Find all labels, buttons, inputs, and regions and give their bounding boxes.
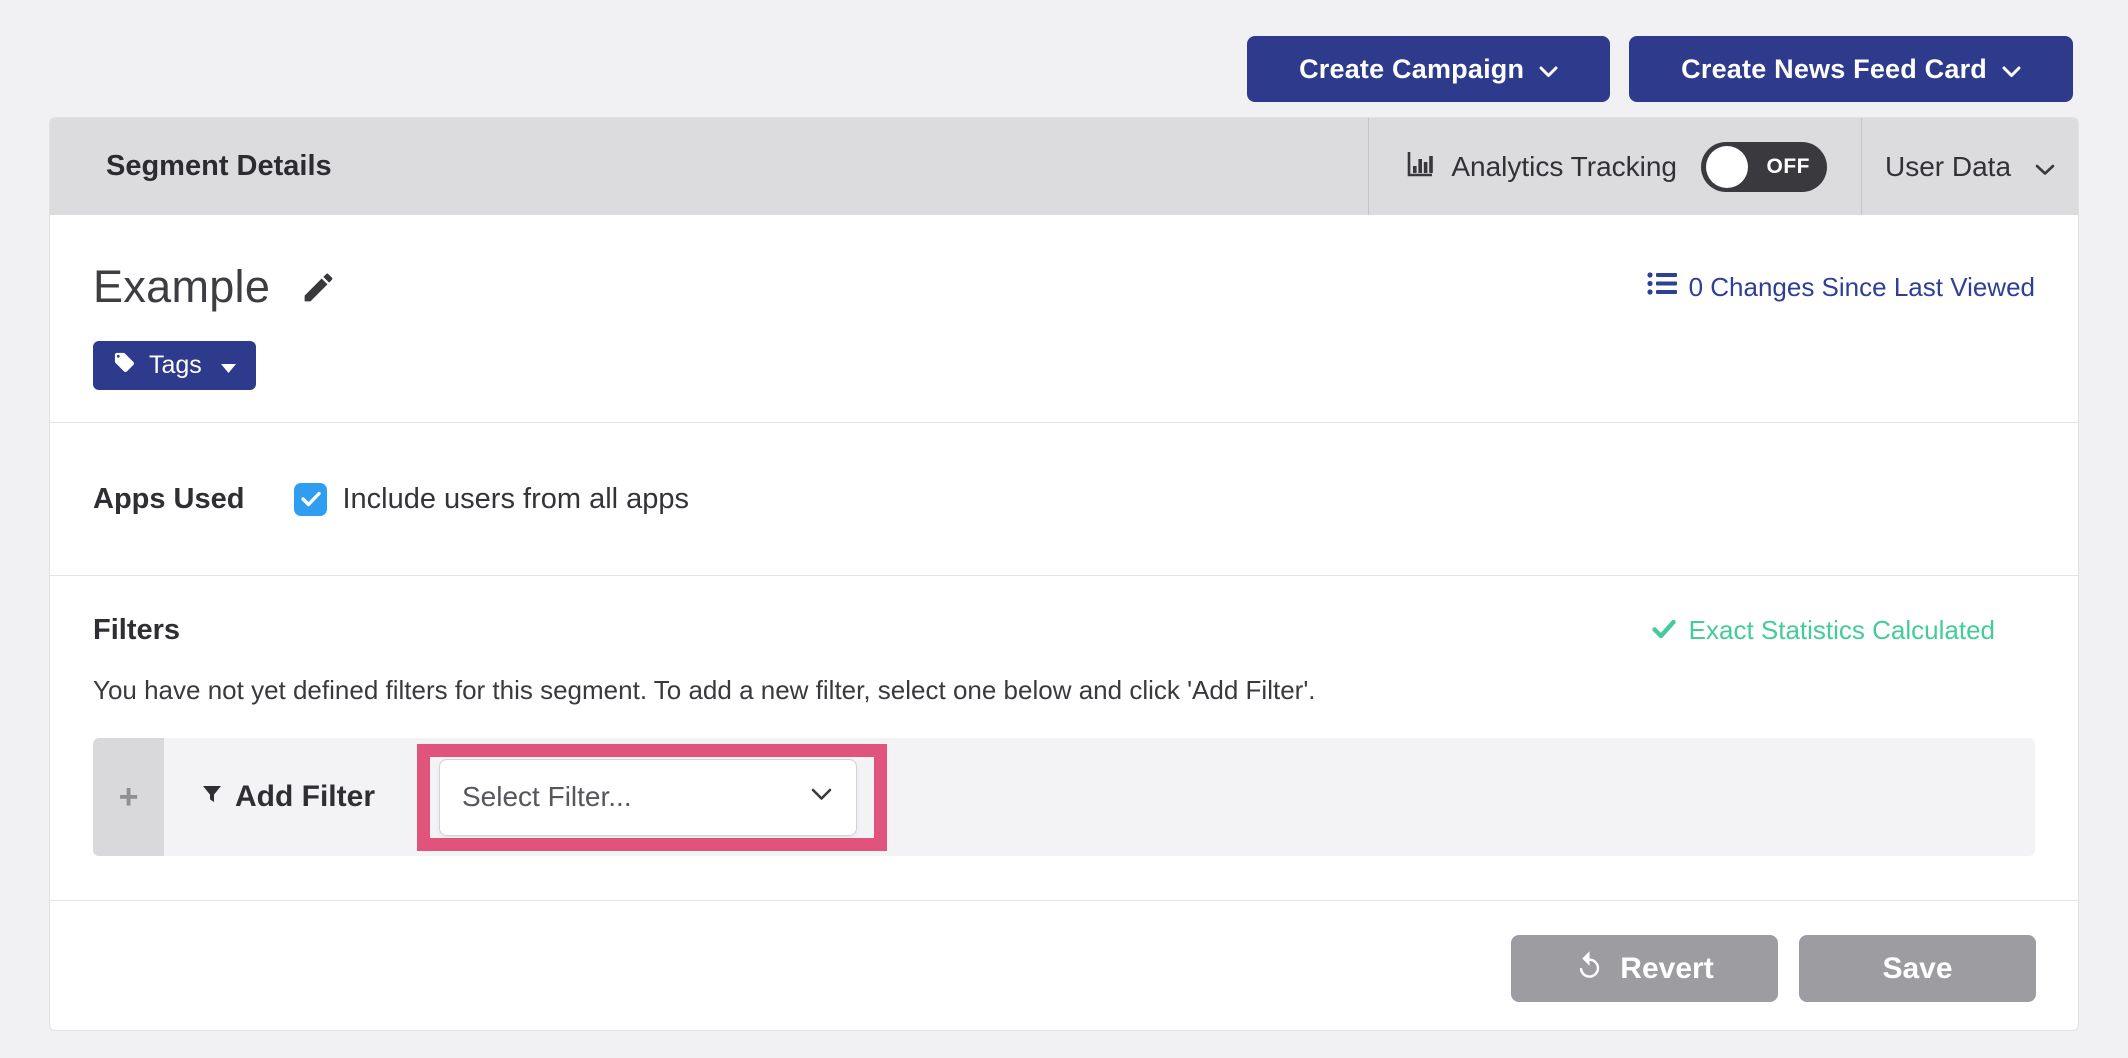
- user-data-dropdown[interactable]: User Data: [1862, 118, 2078, 215]
- create-campaign-button[interactable]: Create Campaign: [1247, 36, 1610, 102]
- add-filter-plus-button[interactable]: +: [93, 738, 164, 856]
- analytics-tracking-label: Analytics Tracking: [1451, 151, 1677, 183]
- tag-icon: [113, 351, 136, 381]
- tags-button[interactable]: Tags: [93, 341, 256, 390]
- select-filter-placeholder: Select Filter...: [462, 781, 632, 813]
- chevron-down-icon: [2002, 54, 2021, 85]
- chevron-down-icon: [1539, 54, 1558, 85]
- revert-label: Revert: [1620, 952, 1713, 986]
- chevron-down-icon: [2035, 151, 2055, 183]
- revert-button[interactable]: Revert: [1511, 935, 1778, 1002]
- filters-section: Filters Exact Statistics Calculated You …: [50, 576, 2078, 900]
- user-data-label: User Data: [1885, 151, 2011, 183]
- analytics-tracking-section: Analytics Tracking OFF: [1368, 118, 1862, 215]
- changelog-list-icon: [1647, 271, 1677, 303]
- segment-name: Example: [93, 261, 270, 313]
- select-filter-highlight: Select Filter...: [417, 744, 887, 851]
- create-campaign-label: Create Campaign: [1299, 54, 1524, 85]
- filters-description: You have not yet defined filters for thi…: [93, 675, 2035, 706]
- funnel-icon: [200, 780, 224, 814]
- add-filter-row: + Add Filter Select Filter...: [93, 738, 2035, 856]
- card-header: Segment Details Analytics Tracking OFF U…: [50, 118, 2078, 215]
- filters-head-row: Filters Exact Statistics Calculated: [93, 614, 2035, 647]
- header-spacer: [332, 118, 1369, 215]
- analytics-tracking-toggle[interactable]: OFF: [1701, 142, 1827, 192]
- add-filter-label-group: Add Filter: [200, 780, 375, 814]
- include-all-apps-label: Include users from all apps: [342, 483, 689, 516]
- changes-link-label: 0 Changes Since Last Viewed: [1689, 272, 2035, 303]
- tags-label: Tags: [149, 351, 202, 380]
- exact-statistics-status: Exact Statistics Calculated: [1652, 615, 2035, 646]
- top-bar: Create Campaign Create News Feed Card: [0, 0, 2128, 117]
- filters-heading: Filters: [93, 614, 180, 647]
- chevron-down-icon: [811, 788, 832, 806]
- revert-icon: [1575, 950, 1604, 987]
- create-news-feed-card-label: Create News Feed Card: [1681, 54, 1987, 85]
- toggle-state-label: OFF: [1767, 155, 1811, 179]
- apps-used-label: Apps Used: [93, 483, 244, 516]
- segment-details-card: Segment Details Analytics Tracking OFF U…: [49, 117, 2079, 1031]
- bar-chart-icon: [1403, 148, 1435, 185]
- include-all-apps-checkbox[interactable]: [294, 483, 327, 516]
- edit-pencil-icon[interactable]: [300, 269, 337, 306]
- select-filter-dropdown[interactable]: Select Filter...: [439, 759, 857, 836]
- changes-since-last-viewed-link[interactable]: 0 Changes Since Last Viewed: [1647, 271, 2035, 303]
- save-label: Save: [1882, 952, 1952, 986]
- title-section: Example 0 Changes Since Last Viewed T: [50, 215, 2078, 422]
- title-row: Example 0 Changes Since Last Viewed: [93, 261, 2035, 313]
- footer-actions: Revert Save: [50, 901, 2078, 1031]
- exact-statistics-label: Exact Statistics Calculated: [1689, 615, 1995, 646]
- filter-row-body: Add Filter Select Filter...: [164, 738, 2035, 856]
- plus-icon: +: [119, 778, 139, 817]
- add-filter-label: Add Filter: [235, 780, 375, 814]
- check-icon: [1652, 615, 1676, 646]
- apps-used-section: Apps Used Include users from all apps: [50, 423, 2078, 575]
- toggle-knob: [1706, 146, 1748, 188]
- caret-down-icon: [221, 351, 236, 380]
- create-news-feed-card-button[interactable]: Create News Feed Card: [1629, 36, 2073, 102]
- save-button[interactable]: Save: [1799, 935, 2036, 1002]
- page-title: Segment Details: [50, 150, 332, 183]
